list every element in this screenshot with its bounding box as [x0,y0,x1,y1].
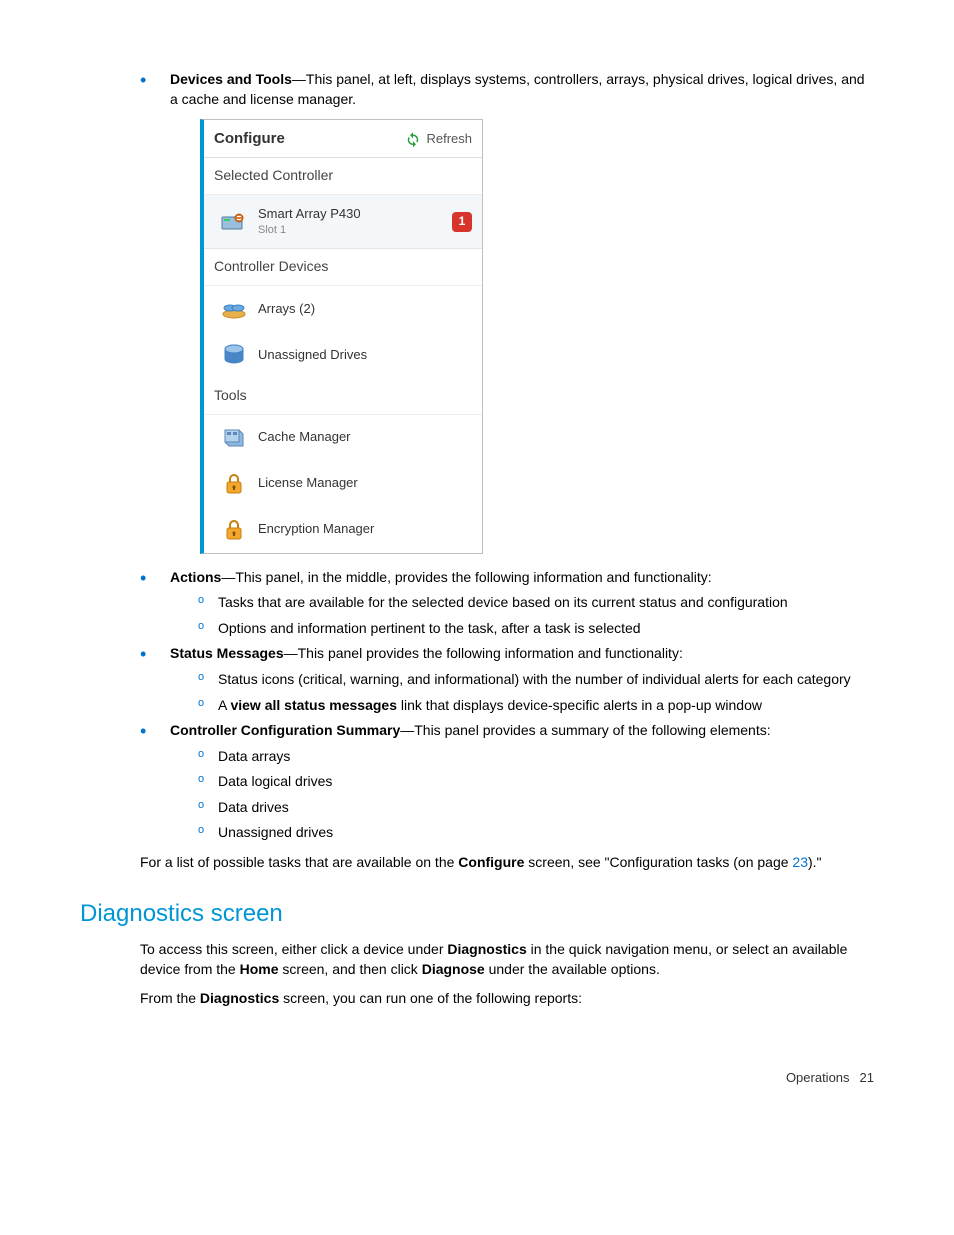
bullet-devices-tools: Devices and Tools—This panel, at left, d… [140,70,874,554]
bullet-ccs: Controller Configuration Summary—This pa… [140,721,874,843]
tools-label: Tools [204,378,482,415]
encryption-mgr-label: Encryption Manager [258,520,374,538]
arrays-row[interactable]: Arrays (2) [204,286,482,332]
diagnostics-heading: Diagnostics screen [80,897,874,931]
actions-sub-1: Options and information pertinent to the… [198,619,874,639]
closing-a: For a list of possible tasks that are av… [140,854,458,870]
alert-badge: 1 [452,212,472,232]
diag-p1: To access this screen, either click a de… [140,940,874,979]
diag-p2: From the Diagnostics screen, you can run… [140,989,874,1009]
ccs-label: Controller Configuration Summary [170,722,400,738]
diag-p1-f: Diagnose [422,961,485,977]
actions-sub-0: Tasks that are available for the selecte… [198,593,874,613]
diag-p2-c: screen, you can run one of the following… [279,990,582,1006]
drive-icon [220,342,248,368]
license-lock-icon [220,471,248,497]
bullet-actions: Actions—This panel, in the middle, provi… [140,568,874,639]
ccs-sub-0: Data arrays [198,747,874,767]
controller-row[interactable]: Smart Array P430 Slot 1 1 [204,195,482,250]
status-sub-1c: link that displays device-specific alert… [397,697,762,713]
controller-devices-label: Controller Devices [204,249,482,286]
panel-header: Configure Refresh [204,120,482,158]
encryption-lock-icon [220,517,248,543]
status-sub-1: A view all status messages link that dis… [198,696,874,716]
controller-text: Smart Array P430 Slot 1 [258,205,361,239]
cache-mgr-row[interactable]: Cache Manager [204,415,482,461]
closing-para: For a list of possible tasks that are av… [140,853,874,873]
controller-icon [220,209,248,235]
refresh-label: Refresh [426,130,472,148]
closing-c: screen, see "Configuration tasks (on pag… [524,854,792,870]
ccs-sub-2: Data drives [198,798,874,818]
selected-controller-label: Selected Controller [204,158,482,195]
encryption-mgr-row[interactable]: Encryption Manager [204,507,482,553]
status-sub-0: Status icons (critical, warning, and inf… [198,670,874,690]
cache-icon [220,425,248,451]
closing-d: )." [808,854,822,870]
diag-p2-b: Diagnostics [200,990,279,1006]
closing-b: Configure [458,854,524,870]
ccs-text: —This panel provides a summary of the fo… [400,722,770,738]
footer-page: 21 [860,1069,874,1087]
status-sub-1b: view all status messages [230,697,397,713]
devices-tools-label: Devices and Tools [170,71,292,87]
diag-p2-a: From the [140,990,200,1006]
bullet-status: Status Messages—This panel provides the … [140,644,874,715]
diag-p1-e: screen, and then click [279,961,422,977]
refresh-icon [404,130,422,148]
unassigned-row[interactable]: Unassigned Drives [204,332,482,378]
ccs-sub-1: Data logical drives [198,772,874,792]
footer-section: Operations [786,1069,850,1087]
controller-slot: Slot 1 [258,223,361,238]
controller-name: Smart Array P430 [258,206,361,221]
diag-p1-d: Home [240,961,279,977]
unassigned-label: Unassigned Drives [258,346,367,364]
page-link-23[interactable]: 23 [792,854,808,870]
diag-p1-a: To access this screen, either click a de… [140,941,447,957]
actions-label: Actions [170,569,221,585]
status-label: Status Messages [170,645,284,661]
page-footer: Operations 21 [80,1069,874,1087]
diag-p1-g: under the available options. [485,961,660,977]
panel-title: Configure [214,128,285,149]
configure-panel: Configure Refresh Selected Controller Sm… [200,119,483,553]
diag-p1-b: Diagnostics [447,941,526,957]
license-mgr-row[interactable]: License Manager [204,461,482,507]
arrays-label: Arrays (2) [258,300,315,318]
ccs-sub-3: Unassigned drives [198,823,874,843]
arrays-icon [220,296,248,322]
status-text: —This panel provides the following infor… [284,645,683,661]
status-sub-1a: A [218,697,230,713]
cache-mgr-label: Cache Manager [258,428,351,446]
refresh-button[interactable]: Refresh [404,130,472,148]
actions-text: —This panel, in the middle, provides the… [221,569,711,585]
license-mgr-label: License Manager [258,474,358,492]
